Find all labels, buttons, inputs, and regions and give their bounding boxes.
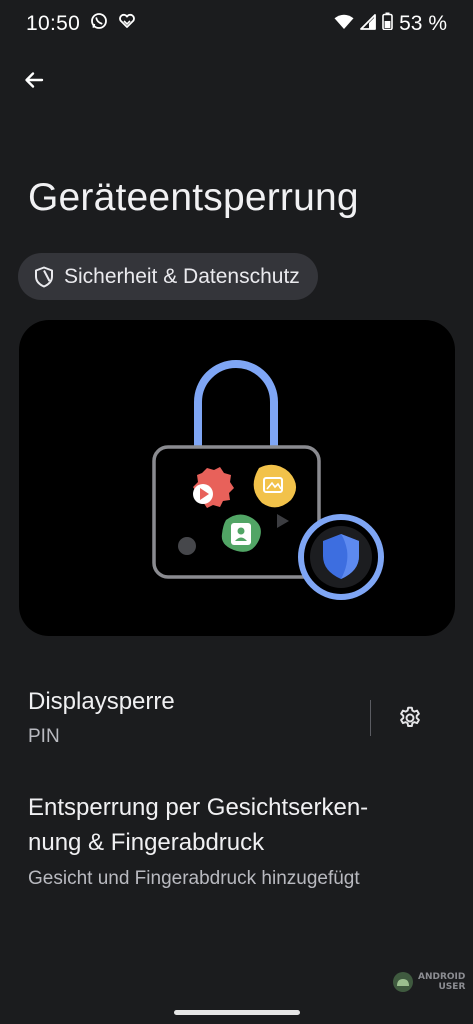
- status-right: 53 %: [334, 12, 447, 36]
- face-fingerprint-title-line1: Entsperrung per Gesichtserken-: [28, 794, 369, 821]
- whatsapp-icon: [90, 12, 108, 36]
- status-bar: 10:50 53 %: [0, 0, 473, 48]
- wifi-icon: [334, 12, 354, 36]
- security-badge: [298, 514, 384, 600]
- battery-icon: [382, 12, 393, 36]
- unlock-illustration: [19, 320, 455, 636]
- chip-label: Sicherheit & Datenschutz: [64, 264, 300, 288]
- arrow-back-icon: [25, 72, 44, 88]
- gear-icon: [400, 706, 420, 727]
- face-fingerprint-summary: Gesicht und Fingerabdruck hinzugefügt: [28, 868, 360, 889]
- preference-divider: [370, 700, 371, 736]
- screen-lock-settings-button[interactable]: [388, 696, 432, 740]
- face-fingerprint-unlock-preference[interactable]: Entsperrung per Gesichtserken- nung & Fi…: [0, 784, 473, 894]
- lock-shackle: [194, 360, 278, 450]
- screen-lock-summary: PIN: [28, 726, 60, 747]
- android-user-watermark: ANDROID USER: [392, 970, 470, 994]
- face-fingerprint-title-line2: nung & Fingerabdruck: [28, 829, 265, 856]
- heart-notification-icon: [118, 12, 136, 36]
- watermark-line1: ANDROID: [418, 972, 466, 982]
- screen-lock-title: Displaysperre: [28, 688, 175, 715]
- device-unlock-screen: 10:50 53 % Geräteentsperrung Sicherheit …: [0, 0, 473, 1024]
- page-title: Geräteentsperrung: [28, 176, 359, 219]
- status-time: 10:50: [26, 12, 81, 35]
- battery-percentage: 53 %: [399, 12, 447, 35]
- lock-body: [152, 445, 321, 579]
- watermark-text: ANDROID USER: [418, 972, 465, 992]
- watermark-line2: USER: [438, 982, 466, 992]
- grey-dot: [178, 537, 196, 555]
- status-left: 10:50: [26, 12, 136, 36]
- cell-signal-icon: [360, 12, 377, 36]
- gesture-navigation-handle[interactable]: [174, 1010, 300, 1015]
- security-privacy-chip[interactable]: Sicherheit & Datenschutz: [18, 253, 318, 300]
- shield-icon: [35, 266, 53, 287]
- android-user-logo: [393, 972, 413, 992]
- back-button[interactable]: [14, 60, 54, 100]
